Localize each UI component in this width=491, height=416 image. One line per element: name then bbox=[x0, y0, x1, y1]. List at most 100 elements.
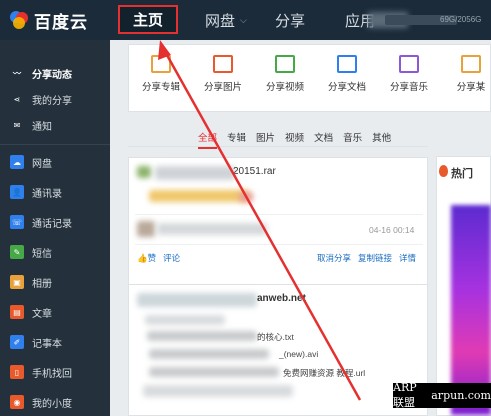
like-label: 赞 bbox=[147, 253, 157, 263]
share-title[interactable]: anweb.net bbox=[257, 293, 306, 304]
blurred-file-row bbox=[239, 192, 253, 202]
call-log-icon: ☏ bbox=[10, 215, 24, 229]
blurred-file-row bbox=[143, 385, 293, 397]
cloud-logo-icon bbox=[8, 9, 30, 31]
sidebar-item-xiaodu[interactable]: ◉ 我的小度 bbox=[0, 389, 110, 415]
picture-icon bbox=[213, 55, 233, 73]
shared-filename[interactable]: 20151.rar bbox=[233, 166, 276, 177]
photo-icon: ▣ bbox=[10, 275, 24, 289]
share-type-label: 分享图片 bbox=[203, 82, 242, 93]
sidebar-item-label: 通知 bbox=[32, 121, 52, 133]
sidebar-item-notepad[interactable]: ✐ 记事本 bbox=[0, 329, 110, 355]
blurred-file-row bbox=[147, 331, 257, 341]
sidebar: 〰 分享动态 ⋖ 我的分享 ✉ 通知 ☁ 网盘 👤 通讯录 ☏ 通话记录 ✎ 短… bbox=[0, 40, 110, 416]
like-button[interactable]: 👍赞 bbox=[137, 252, 156, 264]
sidebar-item-label: 我的小度 bbox=[32, 398, 72, 410]
storage-quota-text: 69G/2056G bbox=[440, 15, 482, 24]
sidebar-item-notifications[interactable]: ✉ 通知 bbox=[0, 112, 110, 138]
hot-panel: 热门 bbox=[436, 156, 491, 416]
sidebar-item-phone-find[interactable]: ▯ 手机找回 bbox=[0, 359, 110, 385]
sidebar-item-label: 通讯录 bbox=[32, 188, 62, 200]
flame-icon bbox=[439, 165, 448, 177]
sidebar-item-netdisk[interactable]: ☁ 网盘 bbox=[0, 149, 110, 175]
share-type-label: 分享文档 bbox=[327, 82, 366, 93]
sidebar-item-call-log[interactable]: ☏ 通话记录 bbox=[0, 209, 110, 235]
tabs-divider bbox=[128, 146, 428, 147]
main-content: 分享专辑 分享图片 分享视频 分享文档 分享音乐 分享某 全部 专辑 图片 视频… bbox=[128, 44, 491, 416]
blurred-file-row bbox=[145, 315, 225, 325]
chevron-down-icon: ⌵ bbox=[240, 14, 247, 25]
nav-share[interactable]: 分享 bbox=[275, 0, 305, 40]
cancel-share-button[interactable]: 取消分享 bbox=[317, 252, 351, 264]
activity-icon: 〰 bbox=[13, 68, 21, 78]
mail-icon: ✉ bbox=[13, 120, 21, 130]
blurred-file-row bbox=[149, 349, 269, 359]
share-album-button[interactable]: 分享专辑 bbox=[131, 55, 191, 93]
card-divider bbox=[135, 214, 423, 215]
share-document-button[interactable]: 分享文档 bbox=[317, 55, 377, 93]
watermark-left: ARP联盟 bbox=[393, 381, 417, 409]
share-type-label: 分享音乐 bbox=[389, 82, 428, 93]
more-icon bbox=[461, 55, 481, 73]
article-icon: ▤ bbox=[10, 305, 24, 319]
copy-link-button[interactable]: 复制链接 bbox=[358, 252, 392, 264]
share-picture-button[interactable]: 分享图片 bbox=[193, 55, 253, 93]
share-type-label: 分享专辑 bbox=[141, 82, 180, 93]
share-type-label: 分享视频 bbox=[265, 82, 304, 93]
share-date: 04-16 00:14 bbox=[369, 225, 415, 235]
blurred-file-row bbox=[149, 190, 249, 202]
nav-share-label: 分享 bbox=[275, 12, 306, 30]
card-share-actions: 取消分享 复制链接 详情 bbox=[317, 252, 416, 264]
blurred-username bbox=[155, 166, 235, 180]
shared-file-url[interactable]: 免费网赚资源 教程.url bbox=[283, 367, 365, 379]
archive-file-icon bbox=[137, 166, 151, 178]
sidebar-item-share-activity[interactable]: 〰 分享动态 bbox=[0, 60, 110, 86]
sidebar-item-label: 记事本 bbox=[32, 338, 62, 350]
share-icon: ⋖ bbox=[13, 94, 21, 104]
feed-card: anweb.net 的核心.txt _(new).avi 免费网赚资源 教程.u… bbox=[128, 284, 428, 416]
nav-home-label: 主页 bbox=[132, 12, 163, 29]
share-more-button[interactable]: 分享某 bbox=[441, 55, 491, 93]
sidebar-divider bbox=[0, 144, 110, 145]
xiaodu-icon: ◉ bbox=[10, 395, 24, 409]
document-icon bbox=[337, 55, 357, 73]
sidebar-item-my-share[interactable]: ⋖ 我的分享 bbox=[0, 86, 110, 112]
sidebar-item-label: 网盘 bbox=[32, 158, 52, 170]
blurred-avatar bbox=[137, 221, 155, 237]
hot-panel-title: 热门 bbox=[451, 168, 473, 180]
site-watermark: ARP联盟 arpun.com bbox=[393, 381, 491, 409]
sidebar-item-sms[interactable]: ✎ 短信 bbox=[0, 239, 110, 265]
sidebar-item-articles[interactable]: ▤ 文章 bbox=[0, 299, 110, 325]
video-icon bbox=[275, 55, 295, 73]
shared-file-avi[interactable]: _(new).avi bbox=[279, 349, 318, 359]
blurred-username bbox=[137, 293, 257, 307]
sidebar-item-label: 短信 bbox=[32, 248, 52, 260]
cloud-icon: ☁ bbox=[10, 155, 24, 169]
share-type-toolbar: 分享专辑 分享图片 分享视频 分享文档 分享音乐 分享某 bbox=[128, 44, 491, 112]
sidebar-item-photos[interactable]: ▣ 相册 bbox=[0, 269, 110, 295]
logo-text: 百度云 bbox=[34, 12, 88, 32]
share-video-button[interactable]: 分享视频 bbox=[255, 55, 315, 93]
album-icon bbox=[151, 55, 171, 73]
sms-icon: ✎ bbox=[10, 245, 24, 259]
blurred-file-row bbox=[149, 367, 279, 377]
nav-netdisk[interactable]: 网盘 ⌵ bbox=[205, 0, 247, 40]
sidebar-item-label: 手机找回 bbox=[32, 368, 72, 380]
blurred-comment bbox=[157, 223, 267, 235]
sidebar-item-label: 文章 bbox=[32, 308, 52, 320]
card-social-actions: 👍赞 评论 bbox=[137, 252, 180, 264]
shared-file-txt[interactable]: 的核心.txt bbox=[257, 331, 294, 343]
notepad-icon: ✐ bbox=[10, 335, 24, 349]
detail-button[interactable]: 详情 bbox=[399, 252, 416, 264]
nav-home[interactable]: 主页 bbox=[118, 5, 178, 34]
sidebar-item-label: 通话记录 bbox=[32, 218, 72, 230]
phone-find-icon: ▯ bbox=[10, 365, 24, 379]
baidu-cloud-logo[interactable]: 百度云 bbox=[8, 6, 88, 34]
watermark-right: arpun.com bbox=[431, 389, 491, 402]
top-navigation-bar: 百度云 主页 网盘 ⌵ 分享 应用 69G/2056G bbox=[0, 0, 491, 40]
sidebar-item-label: 我的分享 bbox=[32, 95, 72, 107]
sidebar-item-contacts[interactable]: 👤 通讯录 bbox=[0, 179, 110, 205]
sidebar-item-label: 相册 bbox=[32, 278, 52, 290]
comment-button[interactable]: 评论 bbox=[163, 252, 180, 264]
share-music-button[interactable]: 分享音乐 bbox=[379, 55, 439, 93]
